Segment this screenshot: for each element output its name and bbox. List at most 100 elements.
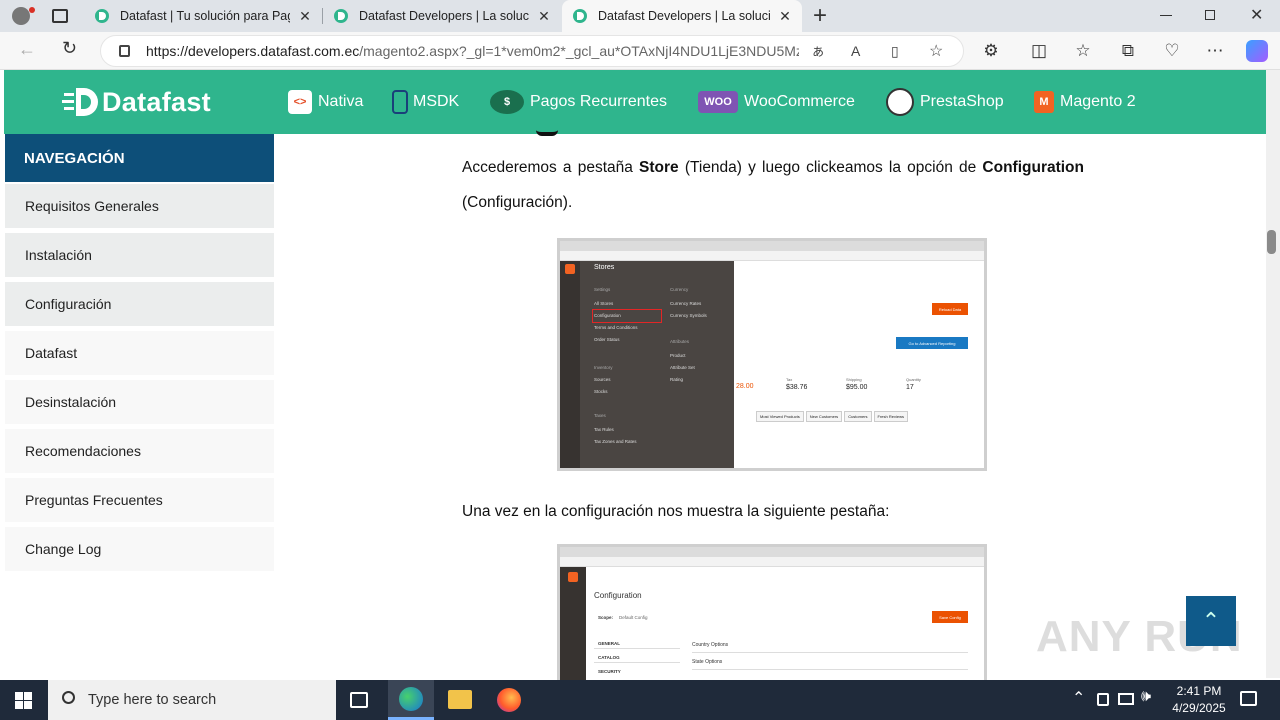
clock-date[interactable]: 4/29/2025	[1166, 701, 1232, 715]
search-placeholder: Type here to search	[88, 692, 217, 708]
url-path: /magento2.aspx?_gl=1*vem0m2*_gcl_au*OTAx…	[359, 43, 800, 59]
address-bar[interactable]: https://developers.datafast.com.ec/magen…	[100, 35, 964, 67]
favorite-star-icon[interactable]: ☆	[929, 41, 943, 61]
mobile-sdk-icon	[392, 90, 408, 114]
search-icon	[62, 691, 75, 704]
sidebar-item-datafast[interactable]: Datafast	[5, 331, 274, 376]
tab-3-active[interactable]: Datafast Developers | La solución ✕	[562, 0, 802, 32]
money-icon: $	[490, 90, 524, 114]
screenshot-magento-stores-menu: Stores Settings All Stores Configuration…	[557, 238, 987, 471]
sidebar-item-label: Instalación	[25, 247, 92, 263]
sidebar-item-label: Desinstalación	[25, 394, 117, 410]
window-close-icon[interactable]: ✕	[1250, 5, 1263, 25]
chevron-up-icon: ⌃	[1201, 608, 1221, 633]
firefox-icon[interactable]	[497, 688, 521, 712]
notifications-icon[interactable]	[1240, 691, 1257, 706]
sidebar-item-label: Preguntas Frecuentes	[25, 492, 163, 508]
back-icon[interactable]: ←	[18, 39, 36, 60]
nav-label: MSDK	[413, 93, 460, 110]
nav-msdk[interactable]: MSDK	[392, 70, 459, 134]
translate-icon[interactable]: ぁ	[811, 41, 825, 61]
refresh-icon[interactable]: ↻	[62, 38, 77, 59]
extensions-icon[interactable]: ⚙	[980, 40, 1002, 62]
sidebar-item-label: Configuración	[25, 296, 112, 312]
paragraph-config-tab: Una vez en la configuración nos muestra …	[462, 503, 890, 520]
notification-dot	[29, 7, 35, 13]
prestashop-icon	[886, 88, 914, 116]
url-host: https://developers.datafast.com.ec	[146, 43, 360, 59]
datafast-favicon-icon	[95, 9, 109, 23]
volume-icon[interactable]: 🕪	[1141, 688, 1151, 706]
scroll-to-top-button[interactable]: ⌃	[1186, 596, 1236, 646]
clock-time[interactable]: 2:41 PM	[1172, 684, 1226, 698]
close-icon[interactable]: ✕	[298, 8, 312, 25]
split-screen-icon[interactable]: ◫	[1028, 40, 1050, 62]
html-icon: <>	[288, 90, 312, 114]
cut-off-heading	[536, 128, 558, 136]
magento-logo-icon	[568, 572, 578, 582]
sidebar-item-preguntas[interactable]: Preguntas Frecuentes	[5, 478, 274, 523]
close-icon[interactable]: ✕	[778, 8, 792, 25]
datafast-logo-icon	[62, 88, 98, 116]
nav-label: Magento 2	[1060, 93, 1136, 110]
nav-prestashop[interactable]: PrestaShop	[886, 70, 1004, 134]
sidebar-item-requisitos[interactable]: Requisitos Generales	[5, 184, 274, 229]
restore-icon[interactable]	[1205, 10, 1215, 20]
windows-taskbar: Type here to search ⌃ 🕪 2:41 PM 4/29/202…	[0, 680, 1280, 720]
sidebar-heading: NAVEGACIÓN	[5, 134, 274, 182]
tab-1[interactable]: Datafast | Tu solución para Pagos ✕	[84, 0, 322, 32]
file-explorer-icon[interactable]	[448, 690, 472, 709]
sidebar-item-label: Requisitos Generales	[25, 198, 159, 214]
tab-2[interactable]: Datafast Developers | La solución ✕	[323, 0, 561, 32]
tab-3-title: Datafast Developers | La solución	[598, 9, 770, 23]
minimize-icon[interactable]	[1160, 15, 1172, 16]
tab-strip: Datafast | Tu solución para Pagos ✕ Data…	[0, 0, 1280, 32]
nav-woocommerce[interactable]: WOO WooCommerce	[698, 70, 855, 134]
sidebar-item-label: Recomendaciones	[25, 443, 141, 459]
site-logo[interactable]: Datafast	[62, 86, 211, 118]
lock-icon	[119, 45, 130, 57]
site-header: Datafast <> Nativa MSDK $ Pagos Recurren…	[4, 70, 1266, 134]
windows-start-icon[interactable]	[15, 692, 32, 709]
nav-label: PrestaShop	[920, 93, 1004, 110]
scrollbar-thumb[interactable]	[1267, 230, 1276, 254]
sidebar-item-configuracion[interactable]: Configuración	[5, 282, 274, 327]
woocommerce-icon: WOO	[698, 91, 738, 113]
close-icon[interactable]: ✕	[537, 8, 551, 25]
page-scrollbar[interactable]	[1266, 70, 1280, 678]
sidebar-item-instalacion[interactable]: Instalación	[5, 233, 274, 278]
sidebar-item-label: Change Log	[25, 541, 102, 557]
tray-device-icon[interactable]	[1097, 693, 1109, 706]
tab-2-title: Datafast Developers | La solución	[359, 9, 529, 23]
copilot-icon[interactable]	[1246, 40, 1268, 62]
nav-pagos-recurrentes[interactable]: $ Pagos Recurrentes	[490, 70, 667, 134]
datafast-favicon-icon	[334, 9, 348, 23]
task-view-icon[interactable]	[350, 692, 368, 708]
nav-nativa[interactable]: <> Nativa	[288, 70, 363, 134]
favorites-icon[interactable]: ☆	[1072, 40, 1094, 62]
nav-label: WooCommerce	[744, 93, 855, 110]
profile-icon[interactable]	[12, 7, 30, 25]
immersive-reader-icon[interactable]: ▯	[891, 43, 899, 60]
sidebar-item-changelog[interactable]: Change Log	[5, 527, 274, 572]
tab-1-title: Datafast | Tu solución para Pagos	[120, 9, 290, 23]
performance-icon[interactable]: ♡	[1161, 40, 1183, 62]
network-icon[interactable]	[1118, 693, 1134, 705]
read-aloud-icon[interactable]: A	[851, 43, 860, 59]
paragraph-store: Accederemos a pestaña Store (Tienda) y l…	[462, 159, 1084, 211]
datafast-favicon-icon	[573, 9, 587, 23]
taskbar-search[interactable]: Type here to search	[48, 680, 336, 720]
edge-taskbar-icon[interactable]	[388, 680, 434, 720]
sidebar-item-recomendaciones[interactable]: Recomendaciones	[5, 429, 274, 474]
nav-magento-2[interactable]: M Magento 2	[1034, 70, 1136, 134]
sidebar-item-desinstalacion[interactable]: Desinstalación	[5, 380, 274, 425]
more-menu-icon[interactable]: ⋯	[1204, 40, 1226, 62]
collections-icon[interactable]: ⧉	[1117, 40, 1139, 62]
browser-toolbar: ← ↻ https://developers.datafast.com.ec/m…	[0, 32, 1280, 70]
tray-chevron-up-icon[interactable]: ⌃	[1072, 688, 1085, 708]
tab-actions-icon[interactable]	[52, 9, 68, 23]
logo-text: Datafast	[102, 86, 211, 117]
magento-icon: M	[1034, 91, 1054, 113]
new-tab-button[interactable]: +	[810, 2, 830, 30]
screenshot-magento-configuration: Configuration Scope: Default Config Save …	[557, 544, 987, 684]
